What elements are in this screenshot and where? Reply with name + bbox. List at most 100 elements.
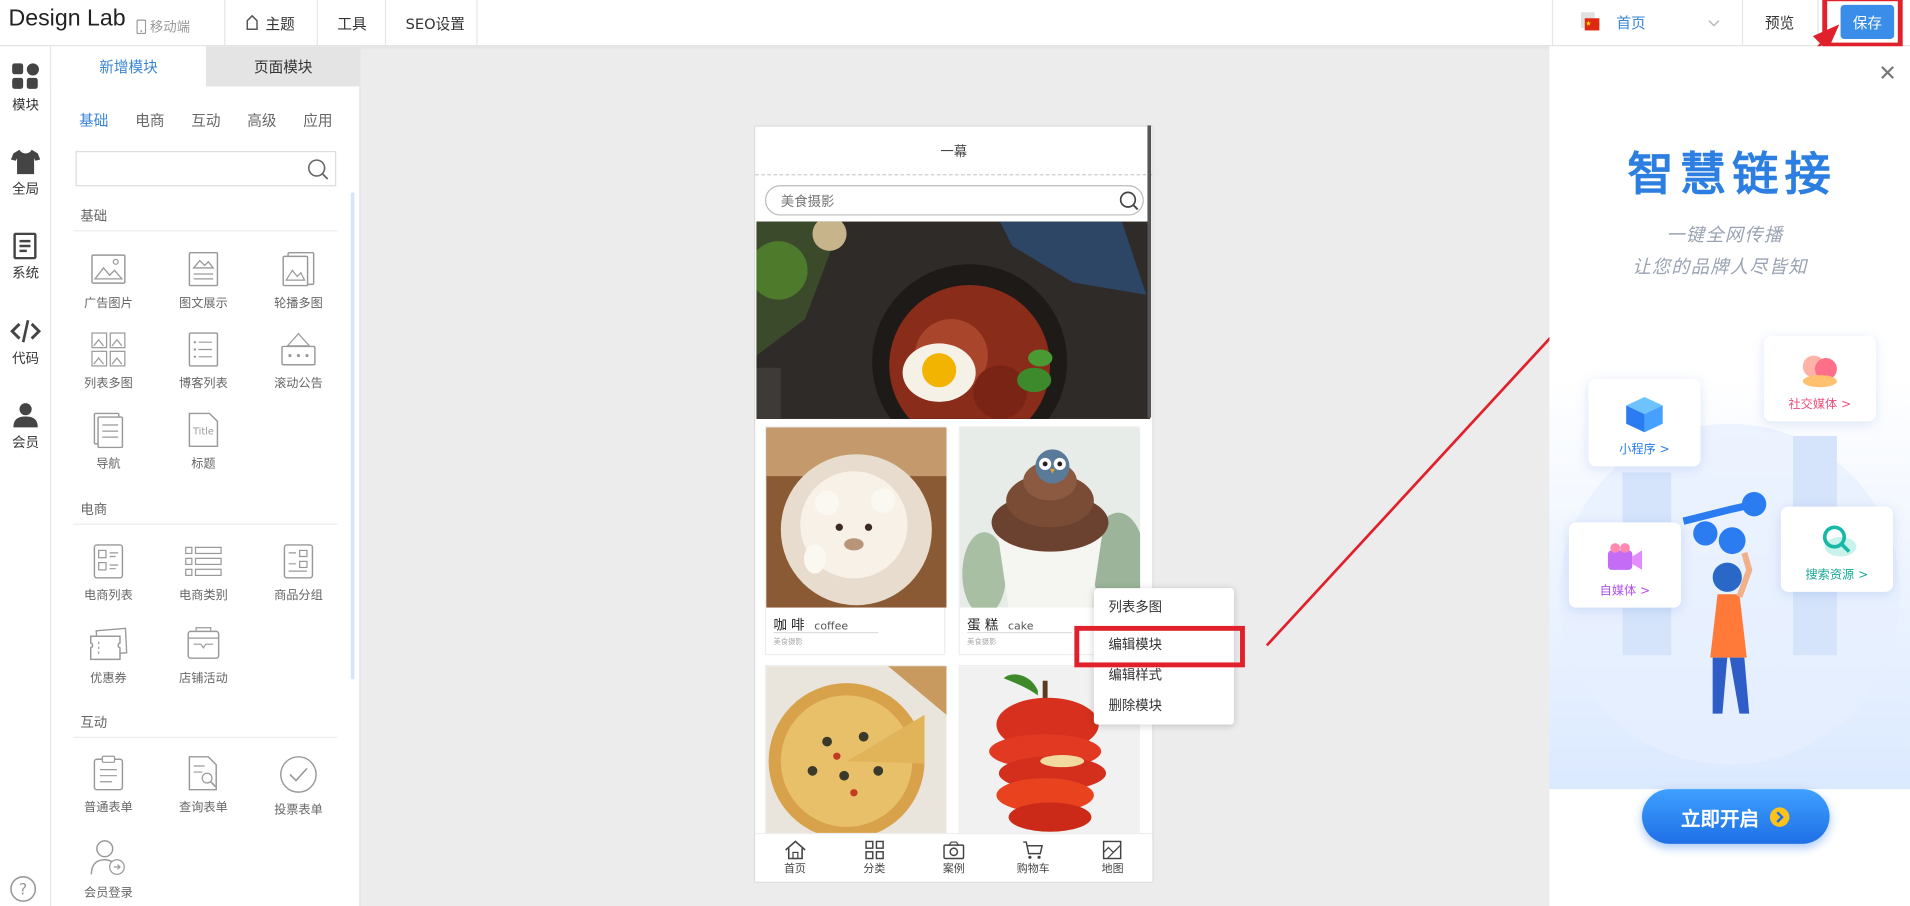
hero-banner-image[interactable] xyxy=(755,216,1150,460)
shop-activity-icon xyxy=(187,627,220,659)
tab-category[interactable]: 分类 xyxy=(835,834,914,881)
card-caption: 美食摄影 xyxy=(967,638,997,647)
title-icon: Title xyxy=(188,412,219,448)
module-label: 优惠券 xyxy=(90,672,127,686)
nav-theme[interactable]: 主题 xyxy=(244,0,295,46)
product-card-coffee[interactable]: 咖 啡 coffee 美食摄影 xyxy=(764,426,947,656)
module-label: 查询表单 xyxy=(179,801,228,815)
phone-page-title[interactable]: 一幕 xyxy=(755,127,1153,176)
module-scroll-notice[interactable]: 滚动公告 xyxy=(256,331,341,409)
divider xyxy=(384,0,387,47)
rail-label: 会员 xyxy=(12,434,39,451)
ad-slogan-2: 让您的品牌人尽皆知 xyxy=(1632,255,1808,278)
rail-label: 全局 xyxy=(12,181,39,198)
rail-label: 系统 xyxy=(12,265,39,282)
tab-label: 分类 xyxy=(863,863,886,876)
module-list-images[interactable]: 列表多图 xyxy=(66,331,151,409)
menu-item-edit-style[interactable]: 编辑样式 xyxy=(1108,665,1162,684)
phone-preview: 一幕 美食摄影 咖 啡 coffee 美食摄影 蛋 糕 cake 美食摄影 首页… xyxy=(754,125,1154,883)
module-query-form[interactable]: 查询表单 xyxy=(161,755,246,833)
ad-card-social-media[interactable]: 社交媒体 > xyxy=(1763,336,1876,422)
tab-label: 地图 xyxy=(1101,863,1124,876)
tab-cases[interactable]: 案例 xyxy=(914,834,993,881)
list-icon xyxy=(188,332,219,367)
help-icon[interactable]: ? xyxy=(10,875,37,906)
cake-image xyxy=(959,427,1141,608)
module-search-input[interactable] xyxy=(75,150,337,187)
card-title-cn: 咖 啡 xyxy=(773,617,805,634)
tab-label: 案例 xyxy=(942,863,965,876)
module-member-login[interactable]: 会员登录 xyxy=(66,838,151,906)
mobile-icon xyxy=(136,19,147,35)
subtab-basic[interactable]: 基础 xyxy=(79,110,108,131)
module-blog-list[interactable]: 博客列表 xyxy=(161,331,246,409)
user-icon xyxy=(13,403,38,428)
tab-home[interactable]: 首页 xyxy=(755,834,834,881)
search-icon xyxy=(1822,525,1857,557)
highlight-box xyxy=(1074,625,1245,668)
menu-item-list-images[interactable]: 列表多图 xyxy=(1108,597,1162,616)
app-logo: Design Lab xyxy=(8,6,126,32)
nav-seo[interactable]: SEO设置 xyxy=(406,0,465,46)
rail-item-global[interactable]: 全局 xyxy=(0,149,51,222)
divider xyxy=(224,0,226,47)
ad-card-label: 搜索资源 > xyxy=(1805,568,1869,583)
form-icon xyxy=(93,755,124,791)
module-ad-image[interactable]: 广告图片 xyxy=(66,251,151,329)
grid-icon xyxy=(865,840,884,860)
rail-label: 模块 xyxy=(12,97,39,114)
camera-icon xyxy=(943,841,965,860)
module-ecom-category[interactable]: 电商类别 xyxy=(161,543,246,621)
search-icon[interactable] xyxy=(307,158,329,180)
module-label: 店铺活动 xyxy=(179,672,228,686)
rail-item-member[interactable]: 会员 xyxy=(0,402,51,475)
close-icon[interactable]: ✕ xyxy=(1878,61,1896,87)
module-ecom-list[interactable]: 电商列表 xyxy=(66,543,151,621)
card-title-cn: 蛋 糕 xyxy=(967,617,999,634)
module-shop-activity[interactable]: 店铺活动 xyxy=(161,626,246,704)
tab-cart[interactable]: 购物车 xyxy=(994,834,1073,881)
menu-item-delete-module[interactable]: 删除模块 xyxy=(1108,695,1162,714)
divider xyxy=(476,0,478,47)
module-label: 广告图片 xyxy=(84,297,133,311)
subtab-advanced[interactable]: 高级 xyxy=(247,110,276,131)
document-icon xyxy=(13,232,37,260)
rail-item-code[interactable]: 代码 xyxy=(0,318,51,391)
divider xyxy=(316,0,318,47)
start-now-button[interactable]: 立即开启 xyxy=(1642,789,1830,844)
subtab-apps[interactable]: 应用 xyxy=(303,110,332,131)
module-basic-form[interactable]: 普通表单 xyxy=(66,755,151,833)
ad-card-search-resources[interactable]: 搜索资源 > xyxy=(1780,506,1893,592)
module-navigation[interactable]: 导航 xyxy=(66,412,151,490)
subtab-ecom[interactable]: 电商 xyxy=(135,110,164,131)
module-product-group[interactable]: 商品分组 xyxy=(256,543,341,621)
device-switch[interactable]: 移动端 xyxy=(136,17,190,36)
tab-page-module[interactable]: 页面模块 xyxy=(205,46,361,87)
phone-scrollbar[interactable] xyxy=(1147,125,1152,418)
nav-tools-label: 工具 xyxy=(337,15,367,33)
module-label: 滚动公告 xyxy=(274,377,323,391)
search-icon[interactable] xyxy=(1118,190,1140,212)
coffee-image xyxy=(766,427,947,608)
nav-tools[interactable]: 工具 xyxy=(337,0,366,46)
ad-card-miniprogram[interactable]: 小程序 > xyxy=(1588,378,1701,467)
rail-item-modules[interactable]: 模块 xyxy=(0,62,51,135)
tab-add-module[interactable]: 新增模块 xyxy=(51,46,206,87)
product-card-pizza[interactable] xyxy=(764,664,947,837)
module-carousel[interactable]: 轮播多图 xyxy=(256,251,341,329)
phone-search-input[interactable]: 美食摄影 xyxy=(764,185,1144,216)
module-coupon[interactable]: 优惠券 xyxy=(66,626,151,704)
panel-scrollbar[interactable] xyxy=(350,192,355,680)
divider xyxy=(73,230,338,232)
subtab-interact[interactable]: 互动 xyxy=(191,110,220,131)
rail-item-system[interactable]: 系统 xyxy=(0,232,51,306)
tab-map[interactable]: 地图 xyxy=(1073,834,1152,881)
rail-label: 代码 xyxy=(12,350,39,367)
module-title[interactable]: Title 标题 xyxy=(161,412,246,490)
ad-card-self-media[interactable]: 自媒体 > xyxy=(1568,522,1681,608)
module-image-text[interactable]: 图文展示 xyxy=(161,251,246,329)
member-login-icon xyxy=(90,840,125,875)
cta-label: 立即开启 xyxy=(1680,806,1759,830)
social-icon xyxy=(1802,355,1837,388)
module-vote-form[interactable]: 投票表单 xyxy=(256,755,341,833)
